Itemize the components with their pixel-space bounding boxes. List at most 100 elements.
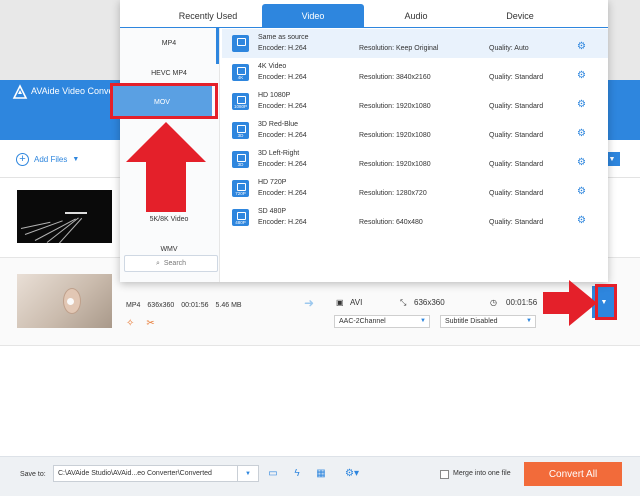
video-thumbnail[interactable] (17, 190, 112, 243)
plus-icon: + (16, 152, 29, 166)
tab-recently-used[interactable]: Recently Used (160, 4, 256, 28)
video-preset-icon: 3D (232, 122, 249, 139)
source-duration: 00:01:56 (181, 302, 209, 309)
chevron-down-icon[interactable]: ▼ (72, 156, 79, 163)
source-file-info: MP4 636x360 00:01:56 5.46 MB (126, 302, 242, 309)
merge-label: Merge into one file (453, 470, 511, 477)
preset-row[interactable]: 720P HD 720P Encoder: H.264 Resolution: 128… (222, 174, 608, 203)
preset-name: 3D Red-Blue (258, 121, 299, 128)
video-preset-icon: 1080P (232, 93, 249, 110)
preset-quality: Quality: Standard (489, 161, 544, 168)
hardware-accel-icon[interactable]: ▦ (312, 465, 330, 482)
arrow-right-icon: ➜ (304, 296, 315, 310)
selection-indicator (216, 28, 219, 64)
preset-row[interactable]: 1080P HD 1080P Encoder: H.264 Resolution: 1… (222, 87, 608, 116)
preset-row[interactable]: 3D 3D Red-Blue Encoder: H.264 Resolution: 1… (222, 116, 608, 145)
convert-all-button[interactable]: Convert All (524, 462, 622, 486)
preset-quality: Quality: Standard (489, 190, 544, 197)
add-files-button[interactable]: + Add Files ▼ (16, 152, 79, 166)
save-path-dropdown[interactable]: ▼ (237, 465, 259, 482)
video-file-icon: ▣ (336, 298, 344, 307)
merge-checkbox[interactable] (440, 470, 449, 479)
video-preset-icon (232, 35, 249, 52)
preset-encoder: Encoder: H.264 (258, 132, 307, 139)
preset-resolution: Resolution: 1920x1080 (359, 132, 431, 139)
annotation-arrow-up (126, 122, 206, 212)
video-thumbnail[interactable] (17, 274, 112, 328)
gear-icon[interactable]: ⚙ (577, 128, 586, 139)
search-icon: ⌕ (155, 259, 160, 267)
preset-encoder: Encoder: H.264 (258, 45, 307, 52)
source-size: 5.46 MB (215, 302, 242, 309)
tab-audio[interactable]: Audio (368, 4, 464, 28)
source-resolution: 636x360 (147, 302, 175, 309)
audio-track-value: AAC-2Channel (339, 318, 386, 325)
subtitle-dropdown[interactable]: Subtitle Disabled ▼ (440, 315, 536, 328)
preset-resolution: Resolution: 1920x1080 (359, 103, 431, 110)
format-search[interactable]: ⌕ Search (124, 255, 218, 272)
tab-video[interactable]: Video (262, 4, 364, 28)
preset-name: HD 1080P (258, 92, 291, 99)
preset-name: SD 480P (258, 208, 287, 215)
chevron-down-icon: ▼ (420, 318, 426, 324)
audio-track-dropdown[interactable]: AAC-2Channel ▼ (334, 315, 430, 328)
gear-icon[interactable]: ⚙ (577, 99, 586, 110)
flash-off-icon[interactable]: ϟ (288, 465, 306, 482)
chevron-down-icon: ▼ (526, 318, 532, 324)
preset-row[interactable]: 3D 3D Left-Right Encoder: H.264 Resolution:… (222, 145, 608, 174)
gear-icon[interactable]: ⚙ (577, 215, 586, 226)
preset-encoder: Encoder: H.264 (258, 103, 307, 110)
tab-device[interactable]: Device (472, 4, 568, 28)
preset-resolution: Resolution: Keep Original (359, 45, 439, 52)
save-path-field[interactable]: C:\AVAide Studio\AVAid...eo Converter\Co… (53, 465, 259, 482)
gear-icon[interactable]: ⚙ (577, 157, 586, 168)
app-logo-icon (12, 84, 28, 99)
video-preset-icon: 4K (232, 64, 249, 81)
source-format: MP4 (126, 302, 141, 309)
edit-tools: ✧ ✂ (126, 318, 155, 329)
preset-quality: Quality: Standard (489, 103, 544, 110)
preset-row[interactable]: Same as source Encoder: H.264 Resolution: … (222, 29, 608, 58)
gear-icon[interactable]: ⚙ (577, 70, 586, 81)
video-preset-icon: 720P (232, 180, 249, 197)
preset-resolution: Resolution: 1920x1080 (359, 161, 431, 168)
video-preset-icon: 3D (232, 151, 249, 168)
output-file-info: ▣ AVI ⤡ 636x360 ◷ 00:01:56 (336, 298, 538, 310)
output-resolution: 636x360 (414, 298, 445, 307)
output-format: AVI (350, 298, 363, 307)
preset-encoder: Encoder: H.264 (258, 190, 307, 197)
annotation-highlight-mov (110, 83, 218, 119)
preset-encoder: Encoder: H.264 (258, 161, 307, 168)
preset-name: 3D Left-Right (258, 150, 300, 157)
output-duration: 00:01:56 (506, 298, 538, 307)
preset-encoder: Encoder: H.264 (258, 74, 307, 81)
preset-row[interactable]: 480P SD 480P Encoder: H.264 Resolution: 640… (222, 203, 608, 232)
clock-icon: ◷ (490, 298, 497, 307)
preset-quality: Quality: Auto (489, 45, 529, 52)
resize-icon: ⤡ (400, 298, 407, 307)
search-label: Search (163, 260, 187, 267)
preset-name: 4K Video (258, 63, 287, 70)
preset-quality: Quality: Standard (489, 74, 544, 81)
wand-icon[interactable]: ✧ (126, 318, 134, 329)
settings-dropdown[interactable]: ⚙▾ (338, 465, 366, 482)
preset-quality: Quality: Standard (489, 132, 544, 139)
preset-name: HD 720P (258, 179, 287, 186)
gear-icon[interactable]: ⚙ (577, 186, 586, 197)
video-preset-icon: 480P (232, 209, 249, 226)
scissors-icon[interactable]: ✂ (146, 318, 154, 329)
sidebar-item-mp4[interactable]: MP4 (120, 28, 218, 58)
preset-quality: Quality: Standard (489, 219, 544, 226)
preset-row[interactable]: 4K 4K Video Encoder: H.264 Resolution: 3840… (222, 58, 608, 87)
preset-encoder: Encoder: H.264 (258, 219, 307, 226)
subtitle-value: Subtitle Disabled (445, 318, 498, 325)
preset-name: Same as source (258, 34, 309, 41)
add-files-label: Add Files (34, 154, 68, 164)
gear-icon[interactable]: ⚙ (577, 41, 586, 52)
save-to-label: Save to: (20, 471, 46, 478)
preset-resolution: Resolution: 3840x2160 (359, 74, 431, 81)
annotation-arrow-right (543, 280, 597, 326)
preset-resolution: Resolution: 640x480 (359, 219, 423, 226)
preset-resolution: Resolution: 1280x720 (359, 190, 427, 197)
folder-icon[interactable]: ▭ (264, 465, 282, 482)
